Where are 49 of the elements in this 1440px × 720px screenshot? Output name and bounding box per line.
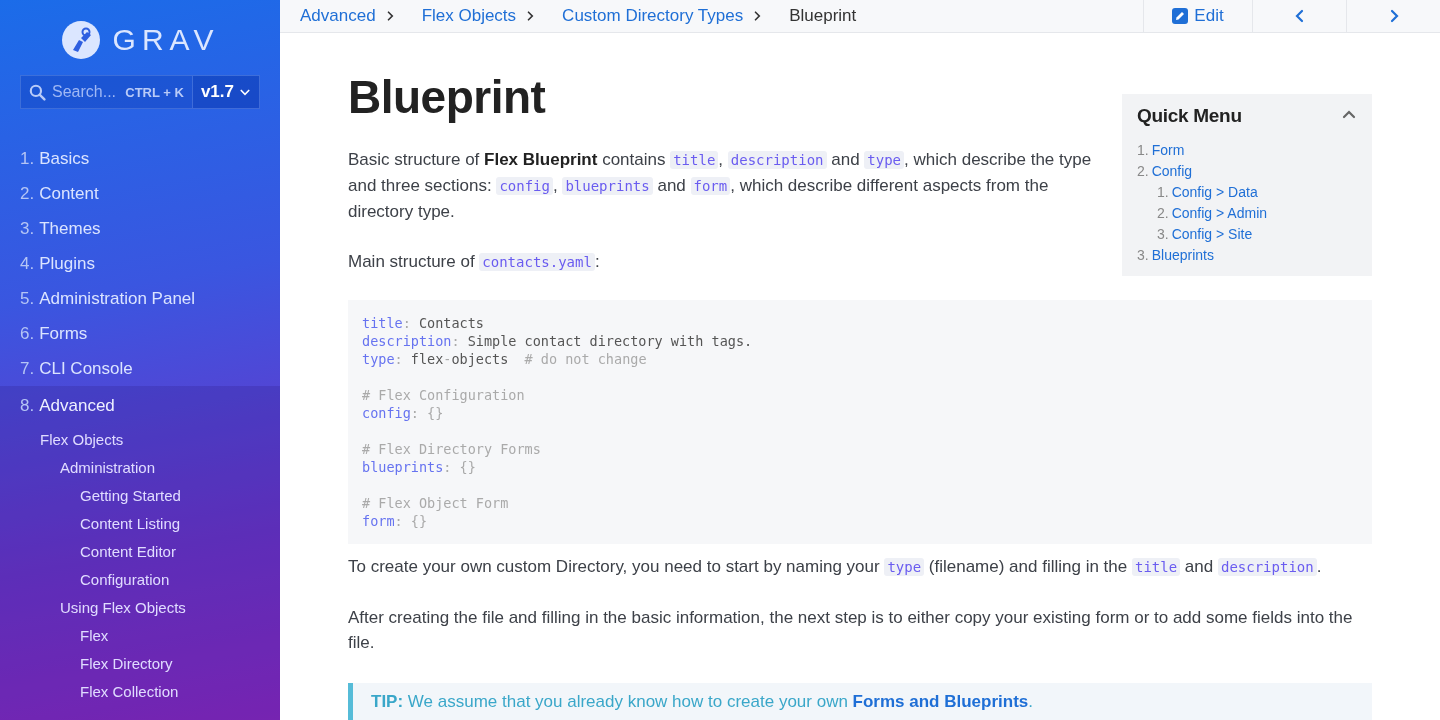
pencil-icon xyxy=(1172,8,1189,24)
quick-menu-link[interactable]: Form xyxy=(1151,140,1185,161)
list-number: 3. xyxy=(1137,246,1149,265)
nav-subitem[interactable]: Content Listing xyxy=(0,510,181,538)
code-block: title: Contacts description: Simple contact directory with tags. type: flex-objects # do not change # Flex Configuration config: {} # Flex Directory Forms blueprints: {} # Flex Object Form form: {} xyxy=(348,300,1372,544)
quick-menu-link[interactable]: Config > Data xyxy=(1171,182,1258,203)
quick-menu-link[interactable]: Config > Admin xyxy=(1171,203,1268,224)
nav-item[interactable]: 1. Basics xyxy=(0,141,280,176)
forms-link[interactable]: Forms and Blueprints xyxy=(852,692,1029,711)
quick-menu-link[interactable]: Blueprints xyxy=(1151,245,1214,266)
version-select[interactable]: v1.7 xyxy=(192,76,259,108)
nav-item[interactable]: 3. Themes xyxy=(0,211,280,246)
list-number: 1. xyxy=(1137,141,1149,160)
keyboard-shortcut: CTRL + K xyxy=(125,84,184,100)
nav-subitem[interactable]: Getting Started xyxy=(0,482,181,510)
nav-item[interactable]: 4. Plugins xyxy=(0,246,280,281)
nav-subitem[interactable]: Content Editor xyxy=(0,538,176,566)
list-number: 3. xyxy=(1157,225,1169,244)
breadcrumb-link[interactable]: Advanced xyxy=(300,6,376,26)
logo-text[interactable]: GRAV xyxy=(112,23,220,57)
current-page-label: Blueprint xyxy=(789,6,857,26)
list-number: 2. xyxy=(1157,204,1169,223)
list-number: 2. xyxy=(1137,162,1149,181)
nav-subitem[interactable]: Administration xyxy=(0,454,156,482)
quick-menu-title: Quick Menu xyxy=(1137,103,1242,128)
nav-subitem[interactable]: Flex Directory xyxy=(0,650,173,678)
nav-item[interactable]: 2. Content xyxy=(0,176,280,211)
quick-menu-link[interactable]: Config xyxy=(1151,161,1193,182)
search-field[interactable]: Search... CTRL + K v1.7 xyxy=(20,75,260,109)
nav-subitem[interactable]: Using Flex Objects xyxy=(0,594,186,622)
quick-menu-link[interactable]: Config > Site xyxy=(1171,224,1253,245)
nav-item[interactable]: 6. Forms xyxy=(0,316,280,351)
nav-subitem[interactable]: Flex Objects xyxy=(0,426,124,454)
nav-item[interactable]: 7. CLI Console xyxy=(0,351,280,386)
breadcrumb-link[interactable]: Custom Directory Types xyxy=(562,6,744,26)
nav-item[interactable]: 8. Advanced xyxy=(0,386,280,426)
nav-item[interactable]: 5. Administration Panel xyxy=(0,281,280,316)
nav-subitem[interactable]: Flex xyxy=(0,622,109,650)
astronaut-logo-icon xyxy=(60,20,101,60)
breadcrumb-link[interactable]: Flex Objects xyxy=(421,6,517,26)
paragraph: After creating the file and filling in the basic information, the next step is to either copy your existing form or to add some fields into the file. xyxy=(348,607,1354,654)
page-title: Blueprint xyxy=(348,70,546,125)
nav-subitem[interactable]: Flex Collection xyxy=(0,678,179,706)
tip-callout: TIP: We assume that you already know how to create your own Forms and Blueprints. xyxy=(348,683,1372,720)
search-icon xyxy=(29,83,46,101)
edit-button[interactable]: Edit xyxy=(1143,0,1252,32)
paragraph: To create your own custom Directory, you need to start by naming your type (filename) and filling in the title and description . xyxy=(348,556,1323,578)
list-number: 1. xyxy=(1157,183,1169,202)
nav-subitem[interactable]: Configuration xyxy=(0,566,170,594)
